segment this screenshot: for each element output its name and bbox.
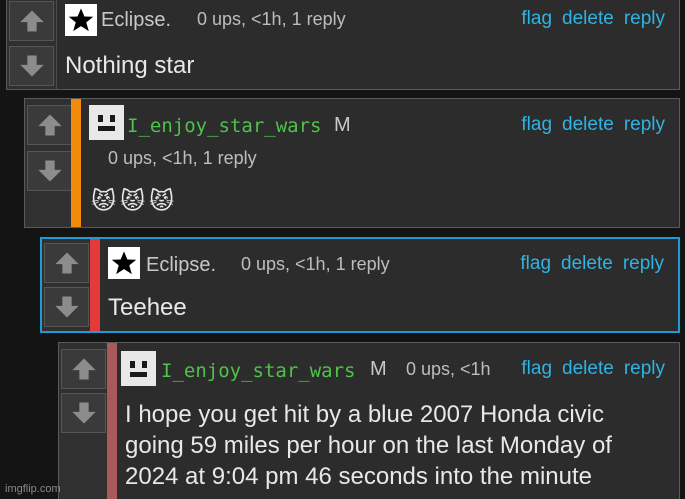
- star-icon: [111, 251, 137, 275]
- comment-actions: flag delete reply: [511, 114, 665, 136]
- comment-meta: 0 ups, <1h: [406, 359, 491, 379]
- delete-link[interactable]: delete: [562, 358, 614, 379]
- vote-column: [42, 239, 92, 331]
- comment-text-line: going 59 miles per hour on the last Mond…: [125, 432, 612, 459]
- reply-link[interactable]: reply: [624, 8, 665, 29]
- avatar[interactable]: [108, 247, 140, 279]
- comment-1: Eclipse. 0 ups, <1h, 1 reply flag delete r…: [6, 0, 680, 90]
- downvote-button[interactable]: [9, 46, 54, 86]
- username[interactable]: I_enjoy_star_wars: [161, 360, 355, 382]
- delete-link[interactable]: delete: [562, 8, 614, 29]
- username[interactable]: Eclipse.: [101, 9, 171, 32]
- arrow-up-icon: [19, 10, 44, 32]
- comment-actions: flag delete reply: [510, 253, 664, 275]
- arrow-up-icon: [71, 358, 96, 380]
- downvote-button[interactable]: [44, 287, 89, 327]
- username[interactable]: Eclipse.: [146, 254, 216, 277]
- thread-accent-bar: [71, 99, 81, 227]
- arrow-down-icon: [19, 55, 44, 77]
- avatar[interactable]: [121, 351, 156, 386]
- reply-link[interactable]: reply: [623, 253, 664, 274]
- vote-column: [7, 0, 57, 89]
- thread-accent-bar: [107, 343, 117, 499]
- comment-meta: 0 ups, <1h, 1 reply: [197, 9, 346, 29]
- downvote-button[interactable]: [61, 393, 106, 433]
- avatar[interactable]: [89, 105, 124, 140]
- watermark: imgflip.com: [5, 483, 61, 495]
- upvote-button[interactable]: [27, 105, 72, 145]
- flag-link[interactable]: flag: [520, 253, 551, 274]
- upvote-button[interactable]: [44, 243, 89, 283]
- arrow-down-icon: [54, 296, 79, 318]
- delete-link[interactable]: delete: [561, 253, 613, 274]
- delete-link[interactable]: delete: [562, 114, 614, 135]
- reply-link[interactable]: reply: [624, 358, 665, 379]
- comment-2: I_enjoy_star_wars M flag delete reply 0 up…: [24, 98, 680, 228]
- downvote-button[interactable]: [27, 151, 72, 191]
- comment-text: Teehee: [108, 294, 187, 321]
- comment-text-line: 2024 at 9:04 pm 46 seconds into the minu…: [125, 463, 592, 490]
- arrow-up-icon: [37, 114, 62, 136]
- avatar[interactable]: [65, 4, 97, 36]
- username[interactable]: I_enjoy_star_wars: [127, 115, 321, 137]
- thread-accent-bar: [90, 239, 100, 331]
- reply-link[interactable]: reply: [624, 114, 665, 135]
- mod-badge: M: [370, 358, 387, 380]
- flag-link[interactable]: flag: [521, 8, 552, 29]
- comment-meta: 0 ups, <1h, 1 reply: [241, 254, 390, 274]
- comment-meta: 0 ups, <1h, 1 reply: [108, 148, 257, 168]
- comment-text: I hope you get hit by a blue 2007 Honda …: [125, 399, 685, 492]
- star-icon: [68, 8, 94, 32]
- vote-column: [59, 343, 109, 499]
- arrow-up-icon: [54, 252, 79, 274]
- comment-text-line: I hope you get hit by a blue 2007 Honda …: [125, 401, 604, 428]
- comment-3: Eclipse. 0 ups, <1h, 1 reply flag delete r…: [40, 237, 680, 333]
- flag-link[interactable]: flag: [521, 358, 552, 379]
- upvote-button[interactable]: [61, 349, 106, 389]
- arrow-down-icon: [37, 160, 62, 182]
- mod-badge: M: [334, 114, 351, 136]
- comment-4: I_enjoy_star_wars M 0 ups, <1h flag delet…: [58, 342, 680, 499]
- arrow-down-icon: [71, 402, 96, 424]
- flag-link[interactable]: flag: [521, 114, 552, 135]
- comment-text: Nothing star: [65, 52, 195, 79]
- comment-actions: flag delete reply: [511, 8, 665, 30]
- comment-actions: flag delete reply: [511, 358, 665, 380]
- upvote-button[interactable]: [9, 1, 54, 41]
- comment-text: 😾😾😾: [91, 188, 179, 215]
- vote-column: [25, 99, 75, 227]
